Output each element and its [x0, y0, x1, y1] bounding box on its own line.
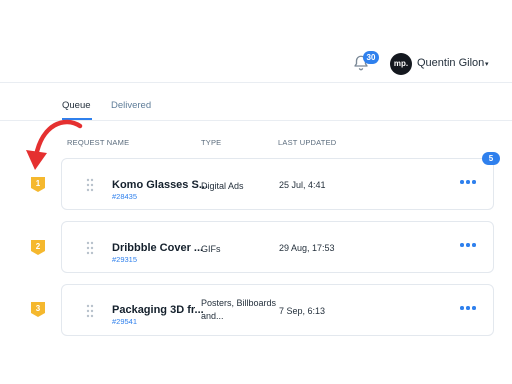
- rank-number: 1: [35, 179, 41, 188]
- request-type-line: and...: [201, 311, 224, 321]
- request-type: Digital Ads: [201, 181, 244, 191]
- drag-handle-icon[interactable]: [86, 178, 94, 192]
- rank-badge: 2: [31, 240, 45, 255]
- drag-handle-icon[interactable]: [86, 304, 94, 318]
- request-type: GIFs: [201, 244, 221, 254]
- more-options-icon[interactable]: [460, 180, 476, 186]
- request-last-updated: 25 Jul, 4:41: [279, 180, 326, 190]
- request-id[interactable]: #28435: [112, 192, 137, 201]
- chevron-down-icon[interactable]: ▾: [485, 60, 489, 68]
- notification-count-badge: 30: [363, 51, 379, 64]
- request-row[interactable]: Packaging 3D fr... #29541 Posters, Billb…: [61, 284, 494, 336]
- request-title[interactable]: Dribbble Cover ...: [112, 242, 203, 254]
- request-last-updated: 7 Sep, 6:13: [279, 306, 326, 316]
- rank-number: 2: [35, 242, 41, 251]
- request-row[interactable]: Dribbble Cover ... #29315 GIFs 29 Aug, 1…: [61, 221, 494, 273]
- tab-queue[interactable]: Queue: [62, 100, 91, 111]
- more-options-icon[interactable]: [460, 306, 476, 312]
- rank-badge: 1: [31, 177, 45, 192]
- column-header-last-updated[interactable]: LAST UPDATED: [278, 138, 336, 147]
- top-bar: 30 mp. Quentin Gilon ▾: [0, 0, 512, 83]
- avatar[interactable]: mp.: [390, 53, 412, 75]
- tab-bar: Queue Delivered: [0, 82, 512, 121]
- column-header-type[interactable]: TYPE: [201, 138, 221, 147]
- request-last-updated: 29 Aug, 17:53: [279, 243, 335, 253]
- request-row[interactable]: Komo Glasses S... #28435 Digital Ads 25 …: [61, 158, 494, 210]
- rank-badge: 3: [31, 302, 45, 317]
- user-name[interactable]: Quentin Gilon: [417, 57, 484, 69]
- rank-number: 3: [35, 304, 41, 313]
- request-type: Posters, Billboards and...: [201, 297, 276, 323]
- request-type-line: Posters, Billboards: [201, 298, 277, 308]
- drag-handle-icon[interactable]: [86, 241, 94, 255]
- tab-delivered[interactable]: Delivered: [111, 100, 151, 111]
- more-options-icon[interactable]: [460, 243, 476, 249]
- request-title[interactable]: Packaging 3D fr...: [112, 304, 204, 316]
- request-id[interactable]: #29315: [112, 255, 137, 264]
- queue-count-badge: 5: [482, 152, 500, 165]
- request-id[interactable]: #29541: [112, 317, 137, 326]
- request-title[interactable]: Komo Glasses S...: [112, 179, 208, 191]
